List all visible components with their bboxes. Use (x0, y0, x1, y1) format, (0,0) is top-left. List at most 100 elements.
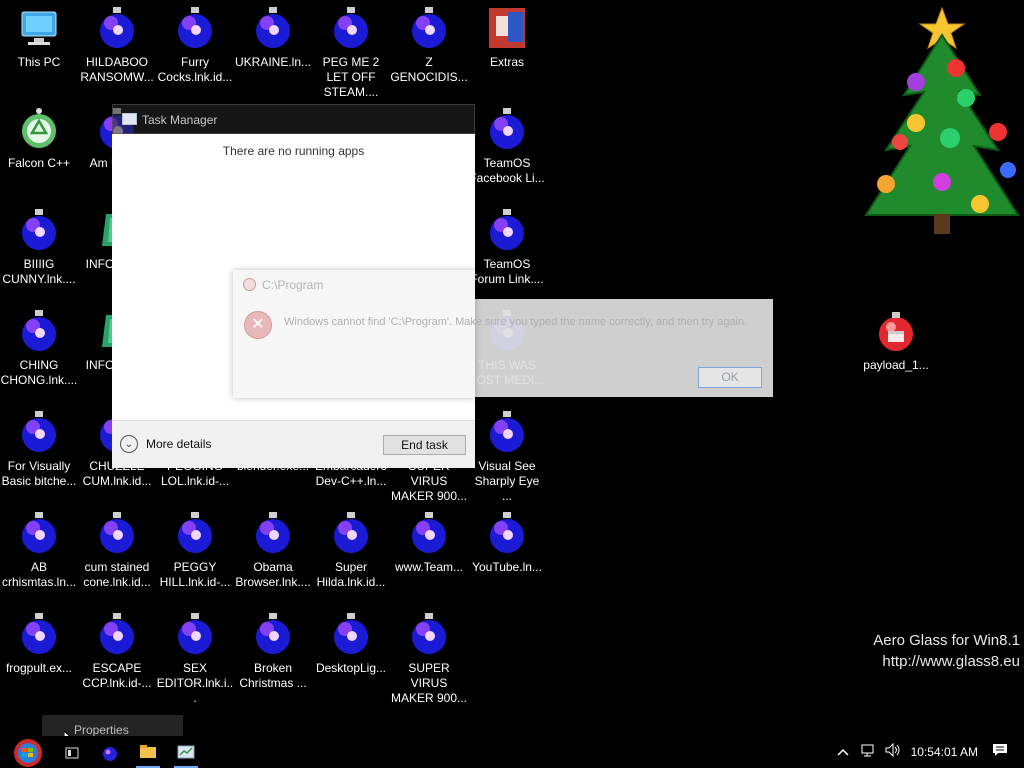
desktop-icon[interactable]: cum stained cone.lnk.id... (78, 511, 156, 590)
desktop-icon-label: Falcon C++ (7, 156, 71, 170)
ornament-icon (412, 613, 446, 654)
volume-icon[interactable] (885, 742, 901, 762)
system-tray: 10:54:01 AM (837, 736, 1024, 768)
task-manager-footer: ⌄ More details End task (112, 420, 475, 468)
desktop-icon[interactable]: SEX EDITOR.lnk.i... (156, 612, 234, 706)
ornament-icon (334, 7, 368, 48)
desktop-icon[interactable]: Visual See Sharply Eye ... (468, 410, 546, 504)
desktop-icon[interactable]: HILDABOO RANSOMW... (78, 6, 156, 85)
desktop-icon-label: YouTube.ln... (472, 560, 542, 574)
task-manager-taskbar-icon[interactable] (174, 738, 198, 768)
desktop-icon[interactable]: BIIIIG CUNNY.lnk.... (0, 208, 78, 287)
desktop-icon[interactable]: TeamOS Forum Link.... (468, 208, 546, 287)
desktop-icon[interactable]: SUPER VIRUS MAKER 900... (390, 612, 468, 706)
desktop-icon[interactable]: For Visually Basic bitche... (0, 410, 78, 489)
ornament-icon (22, 310, 56, 351)
start-button[interactable] (6, 733, 46, 768)
desktop-icon[interactable]: TeamOS Facebook Li... (468, 107, 546, 186)
desktop-icon[interactable]: Broken Christmas ... (234, 612, 312, 691)
end-task-button[interactable]: End task (383, 435, 466, 455)
desktop-icon-label: Obama Browser.lnk.... (235, 560, 311, 589)
task-manager-title: Task Manager (142, 113, 218, 127)
no-running-apps-text: There are no running apps (222, 144, 365, 158)
desktop-icon-label: AB crhismtas.ln... (1, 560, 76, 589)
ornament-icon (22, 411, 56, 452)
action-center-icon[interactable] (992, 743, 1008, 762)
desktop-icon[interactable]: www.Team... (390, 511, 468, 575)
recycle-icon (22, 108, 56, 148)
desktop-icon-label: UKRAINE.ln... (234, 55, 312, 69)
ornament-icon (490, 512, 524, 553)
desktop-icon[interactable]: Extras (468, 6, 546, 70)
watermark-line-1: Aero Glass for Win8.1 (873, 632, 1020, 649)
ornament-icon (22, 512, 56, 553)
desktop-icon[interactable]: Furry Cocks.lnk.id... (156, 6, 234, 85)
ornament-icon (334, 512, 368, 553)
network-icon[interactable] (861, 743, 877, 762)
desktop-icon-label: SEX EDITOR.lnk.i... (156, 661, 234, 705)
desktop-icon-label: PEG ME 2 LET OFF STEAM.... (322, 55, 380, 99)
ornament-icon (256, 613, 290, 654)
error-title-icon (243, 278, 256, 291)
desktop-icon[interactable]: YouTube.ln... (468, 511, 546, 575)
extras-icon (489, 8, 525, 48)
desktop-icon-label: Extras (489, 55, 524, 69)
error-icon: ✕ (244, 311, 272, 339)
chevron-up-icon[interactable] (837, 743, 849, 761)
clock[interactable]: 10:54:01 AM (911, 745, 978, 759)
more-details-label: More details (146, 437, 212, 451)
payload-icon (879, 312, 913, 351)
desktop-icon[interactable]: PEGGY HILL.lnk.id-... (156, 511, 234, 590)
desktop-icon[interactable]: Falcon C++ (0, 107, 78, 171)
desktop-icon-label: CHING CHONG.lnk.... (0, 358, 78, 387)
desktop-icon[interactable]: This PC (0, 6, 78, 70)
ornament-icon (100, 7, 134, 48)
ornament-icon (412, 7, 446, 48)
desktop-icon-label: BIIIIG CUNNY.lnk.... (2, 257, 76, 286)
desktop-icon[interactable]: PEG ME 2 LET OFF STEAM.... (312, 6, 390, 100)
desktop-icon-label: PEGGY HILL.lnk.id-... (159, 560, 231, 589)
desktop-icon-label: Broken Christmas ... (239, 661, 307, 690)
ornament-icon (100, 512, 134, 553)
watermark-line-2: http://www.glass8.eu (882, 653, 1020, 670)
more-details-button[interactable]: ⌄ More details (120, 435, 211, 453)
error-dialog-title: C:\Program (262, 278, 324, 292)
ornament-icon (412, 512, 446, 553)
desktop-icon-label: TeamOS Forum Link.... (470, 257, 544, 286)
ornament-app-icon[interactable] (98, 738, 122, 768)
ornament-icon (100, 613, 134, 654)
desktop-icon-label: For Visually Basic bitche... (1, 459, 77, 488)
computer-icon (21, 11, 57, 45)
desktop-icon[interactable]: AB crhismtas.ln... (0, 511, 78, 590)
desktop-icon-label: Visual See Sharply Eye ... (474, 459, 540, 503)
desktop-icon-label: www.Team... (394, 560, 463, 574)
desktop-icon-label: This PC (17, 55, 61, 69)
ornament-icon (22, 613, 56, 654)
desktop-icon[interactable]: Obama Browser.lnk.... (234, 511, 312, 590)
desktop-icon-label: Z GENOCIDIS... (390, 55, 468, 84)
desktop-icon-label: HILDABOO RANSOMW... (80, 55, 154, 84)
desktop-icon[interactable]: UKRAINE.ln... (234, 6, 312, 70)
desktop-icon[interactable]: CHING CHONG.lnk.... (0, 309, 78, 388)
desktop-icon-label: SUPER VIRUS MAKER 900... (390, 661, 468, 705)
desktop-icon[interactable]: frogpult.ex... (0, 612, 78, 676)
desktop-icon[interactable]: Super Hilda.lnk.id... (312, 511, 390, 590)
task-manager-icon (122, 113, 137, 125)
ornament-icon (334, 613, 368, 654)
error-message: Windows cannot find 'C:\Program'. Make s… (284, 316, 748, 328)
aero-glass-watermark: Aero Glass for Win8.1 http://www.glass8.… (873, 630, 1020, 672)
desktop-icon-label: ESCAPE CCP.lnk.id-... (82, 661, 152, 690)
task-view-icon[interactable] (60, 738, 84, 768)
desktop-icon[interactable]: Z GENOCIDIS... (390, 6, 468, 85)
desktop-icon[interactable]: DesktopLig... (312, 612, 390, 676)
desktop-icon-label: frogpult.ex... (5, 661, 73, 675)
desktop-icon-label: Super Hilda.lnk.id... (316, 560, 386, 589)
ornament-icon (490, 411, 524, 452)
ornament-icon (256, 7, 290, 48)
ok-button[interactable]: OK (698, 367, 762, 388)
file-explorer-icon[interactable] (136, 738, 160, 768)
chevron-down-icon: ⌄ (120, 435, 138, 453)
desktop-icon[interactable]: payload_1... (857, 309, 935, 373)
task-manager-titlebar[interactable]: Task Manager (112, 104, 475, 134)
desktop-icon[interactable]: ESCAPE CCP.lnk.id-... (78, 612, 156, 691)
